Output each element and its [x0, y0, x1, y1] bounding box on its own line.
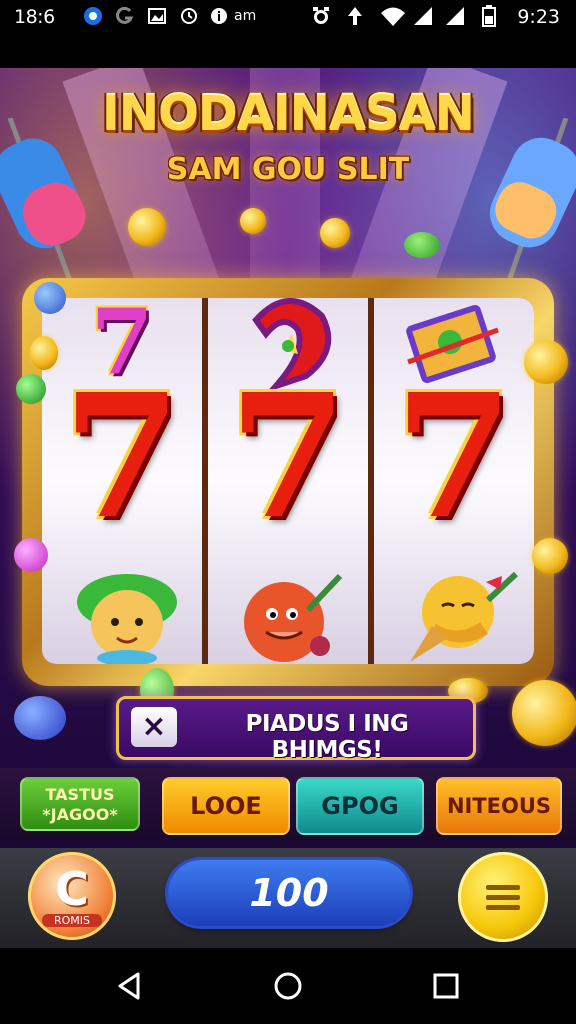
gem-icon: [14, 538, 48, 572]
gem-icon: [14, 696, 66, 740]
seven-symbol: 7: [394, 357, 514, 557]
app-circle-icon: [82, 5, 104, 27]
menu-button[interactable]: [458, 852, 548, 942]
data-arrows-icon: [344, 5, 366, 27]
wifi-icon: [380, 5, 406, 27]
battery-icon: [478, 5, 500, 27]
reels: 7 7 7 7: [42, 298, 534, 664]
button-label-line1: TASTUS: [45, 785, 115, 804]
banner-text: PIADUS I ING BHIMGS!: [245, 711, 409, 763]
back-icon[interactable]: [114, 970, 146, 1002]
signal-icon: [444, 5, 466, 27]
seven-symbol: 7: [228, 357, 348, 557]
gem-icon: [404, 232, 440, 258]
bonus-glyph: C: [55, 862, 89, 916]
coin-icon: [532, 538, 568, 574]
alarm-icon: [310, 5, 332, 27]
coin-icon: [320, 218, 350, 248]
signal-icon: [412, 5, 434, 27]
coin-icon: [30, 336, 58, 370]
sync-icon: [178, 5, 200, 27]
coin-icon: [240, 208, 266, 234]
recents-icon[interactable]: [430, 970, 462, 1002]
coin-icon: [524, 340, 568, 384]
coin-icon: [128, 208, 166, 246]
slot-game-screen: INODAINASAN SAM GOU SLIT 7 7 7 7 × PIADU…: [0, 68, 576, 948]
seven-symbol: 7: [62, 357, 182, 557]
bonus-label: ROMIS: [42, 914, 102, 927]
orange-fruit-character-symbol: [244, 573, 343, 662]
ice-cream-character-symbol: [410, 571, 519, 662]
win-banner: × PIADUS I ING BHIMGS!: [116, 696, 476, 763]
status-time: 18:6: [14, 6, 55, 28]
status-bar: 18:6 am 9:23: [0, 0, 576, 68]
looe-button[interactable]: LOOE: [162, 777, 290, 835]
reel-3: 7: [374, 298, 534, 664]
action-button-row: TASTUS *JAGOO* LOOE GPOG NITEOUS: [0, 768, 576, 840]
info-icon: [208, 5, 230, 27]
niteous-button[interactable]: NITEOUS: [436, 777, 562, 835]
green-haired-character-symbol: [77, 574, 177, 664]
bonus-button[interactable]: C ROMIS: [28, 852, 116, 940]
game-title: INODAINASAN: [102, 86, 475, 142]
gpog-button[interactable]: GPOG: [296, 777, 424, 835]
carrier-text: am: [234, 8, 257, 24]
game-subtitle: SAM GOU SLIT: [166, 152, 410, 187]
close-icon[interactable]: ×: [131, 707, 177, 747]
reel-1: 7 7: [42, 298, 202, 664]
coin-icon: [512, 680, 576, 746]
gallery-icon: [146, 5, 168, 27]
credit-display[interactable]: 100: [168, 860, 410, 926]
gem-icon: [34, 282, 66, 314]
home-icon[interactable]: [272, 970, 304, 1002]
tastus-button[interactable]: TASTUS *JAGOO*: [20, 777, 140, 831]
button-label-line2: *JAGOO*: [42, 805, 118, 824]
system-nav-bar: [0, 948, 576, 1024]
gem-icon: [16, 374, 46, 404]
status-clock: 9:23: [517, 6, 560, 28]
bottom-controls: C ROMIS 100: [0, 848, 576, 948]
g-icon: [114, 5, 136, 27]
slot-machine-frame: 7 7 7 7: [22, 278, 554, 686]
reel-2: 7: [208, 298, 368, 664]
